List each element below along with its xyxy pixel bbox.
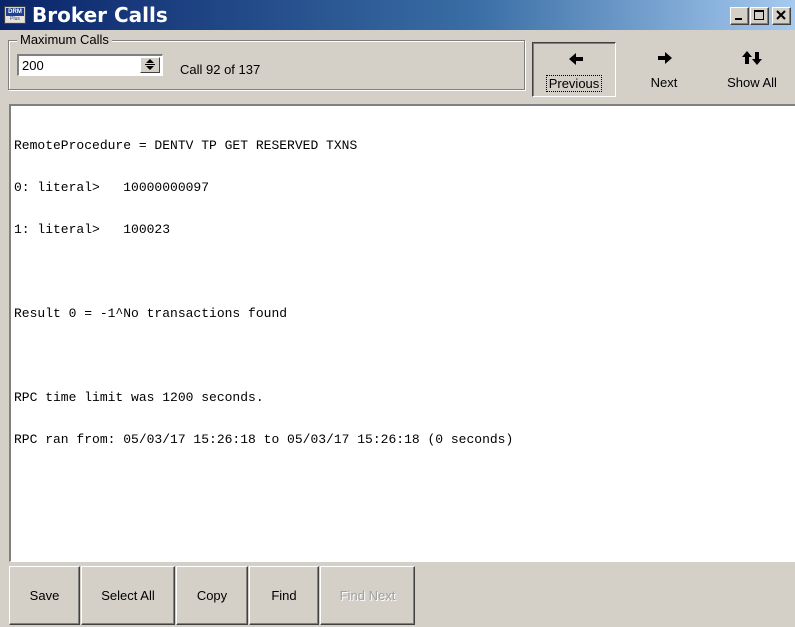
- log-line: 1: literal> 100023: [14, 222, 171, 237]
- maximum-calls-label: Maximum Calls: [17, 32, 112, 48]
- find-next-button: Find Next: [320, 566, 415, 625]
- next-button[interactable]: Next: [622, 42, 706, 97]
- log-line: 0: literal> 10000000097: [14, 180, 210, 195]
- window-title: Broker Calls: [32, 3, 168, 27]
- maximize-icon: [754, 10, 764, 20]
- minimize-button[interactable]: [730, 7, 749, 25]
- drm-app-icon[interactable]: DRM Plus: [4, 6, 26, 24]
- previous-label: Previous: [545, 75, 603, 92]
- show-all-label: Show All: [727, 75, 777, 90]
- max-calls-spinner[interactable]: [140, 57, 160, 73]
- log-line: RemoteProcedure = DENTV TP GET RESERVED …: [14, 138, 358, 153]
- select-all-button[interactable]: Select All: [81, 566, 175, 625]
- next-label: Next: [650, 75, 678, 90]
- close-button[interactable]: [772, 7, 791, 25]
- call-counter: Call 92 of 137: [180, 62, 261, 77]
- log-line: RPC ran from: 05/03/17 15:26:18 to 05/03…: [14, 432, 514, 447]
- maximize-button[interactable]: [750, 7, 769, 25]
- arrows-up-down-icon: [742, 51, 762, 65]
- spinner-up-down-icon: [145, 59, 155, 70]
- log-line: Result 0 = -1^No transactions found: [14, 306, 288, 321]
- log-line: RPC time limit was 1200 seconds.: [14, 390, 264, 405]
- find-button[interactable]: Find: [249, 566, 319, 625]
- show-all-button[interactable]: Show All: [709, 42, 795, 97]
- save-button[interactable]: Save: [9, 566, 80, 625]
- app-icon-text-bottom: Plus: [6, 16, 24, 22]
- app-icon-text-top: DRM: [6, 8, 24, 16]
- close-icon: [776, 10, 786, 20]
- copy-button[interactable]: Copy: [176, 566, 248, 625]
- arrow-left-icon: [569, 53, 583, 65]
- previous-button[interactable]: Previous: [532, 42, 616, 97]
- title-bar[interactable]: DRM Plus Broker Calls: [0, 0, 795, 30]
- arrow-right-icon: [658, 52, 672, 64]
- minimize-icon: [735, 18, 742, 20]
- rpc-log-output[interactable]: RemoteProcedure = DENTV TP GET RESERVED …: [9, 104, 795, 562]
